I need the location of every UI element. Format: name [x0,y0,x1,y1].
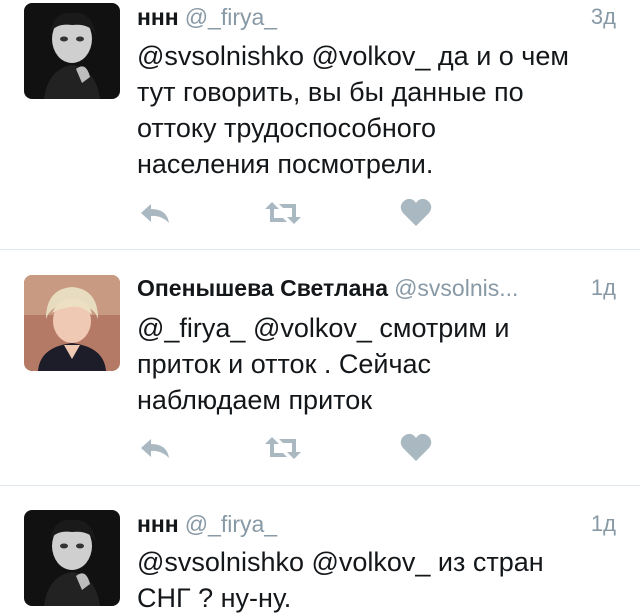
tweet-1[interactable]: ннн @_firya_ 3д @svsolnishko @volkov_ да … [0,0,640,250]
author-name[interactable]: Опенышева Светлана [137,275,388,301]
author-handle[interactable]: @_firya_ [185,511,277,537]
heart-icon[interactable] [398,431,434,465]
retweet-icon[interactable] [263,431,303,465]
tweet-actions [137,196,457,230]
author-handle[interactable]: @_firya_ [185,4,277,30]
tweet-actions [137,431,457,465]
tweet-header: ннн @_firya_ 3д [137,2,616,32]
author-handle[interactable]: @svsolnis... [394,273,518,303]
author-name[interactable]: ннн [137,4,179,30]
tweet-2[interactable]: Опенышева Светлана @svsolnis... 1д @_firy… [0,250,640,486]
reply-icon[interactable] [137,431,173,465]
avatar[interactable] [24,275,120,371]
tweet-header: Опенышева Светлана @svsolnis... 1д [137,273,616,303]
avatar[interactable] [24,510,120,606]
tweet-3[interactable]: ннн @_firya_ 1д @svsolnishko @volkov_ из … [0,486,640,613]
retweet-icon[interactable] [263,196,303,230]
tweet-text: @svsolnishko @volkov_ из стран СНГ ? ну-… [137,547,544,613]
timestamp[interactable]: 1д [591,509,616,539]
author-name[interactable]: ннн [137,511,179,537]
tweet-text: @_firya_ @volkov_ смотрим и приток и отт… [137,313,510,415]
avatar[interactable] [24,3,120,99]
reply-icon[interactable] [137,196,173,230]
tweet-header: ннн @_firya_ 1д [137,509,616,539]
timestamp[interactable]: 1д [591,273,616,303]
heart-icon[interactable] [398,196,434,230]
timestamp[interactable]: 3д [591,2,616,32]
tweet-text: @svsolnishko @volkov_ да и о чем тут гов… [137,41,569,179]
